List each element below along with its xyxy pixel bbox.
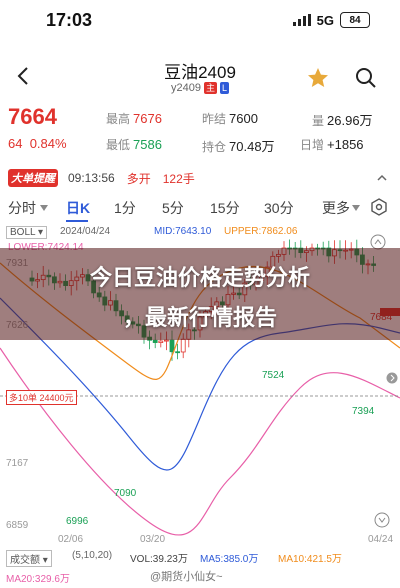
- stat-high-value: 7676: [133, 111, 162, 126]
- stat-volume: 量 26.96万: [312, 110, 373, 129]
- network-type: 5G: [316, 12, 334, 28]
- stat-prev-label: 昨结: [202, 112, 227, 126]
- mark-7524: 7524: [262, 370, 285, 381]
- change-percent: 0.84%: [29, 136, 67, 151]
- l-tag: L: [219, 82, 229, 94]
- stat-daily-label: 日增: [300, 138, 325, 152]
- stat-daily-value: +1856: [327, 137, 364, 152]
- tab-15min[interactable]: 15分: [210, 198, 240, 218]
- boll-label: BOLL: [10, 227, 36, 238]
- stat-low-value: 7586: [133, 137, 162, 152]
- mark-7090: 7090: [114, 488, 137, 499]
- triangle-down-icon: [40, 205, 48, 211]
- alert-time: 09:13:56: [68, 171, 115, 185]
- last-price: 7664: [8, 104, 57, 129]
- active-tab-underline: [66, 220, 88, 222]
- tab-intraday[interactable]: 分时: [8, 198, 36, 218]
- settings-icon[interactable]: [370, 198, 388, 216]
- volume-value: VOL:39.23万: [130, 554, 188, 565]
- main-contract-tag: 主: [203, 82, 217, 94]
- stat-oi: 持仓 70.48万: [202, 136, 275, 155]
- tab-30min[interactable]: 30分: [264, 198, 294, 218]
- timeframe-tabs: 分时 日K 1分 5分 15分 30分 更多: [0, 196, 400, 222]
- tab-1min[interactable]: 1分: [114, 198, 136, 218]
- tab-daily-k[interactable]: 日K: [66, 198, 90, 218]
- stat-prev-value: 7600: [229, 111, 258, 126]
- signal-icon: [292, 14, 311, 26]
- ma10-value: MA10:421.5万: [278, 554, 342, 565]
- contract-code: y2409: [170, 82, 201, 94]
- headline-line1: 今日豆油价格走势分析: [89, 265, 310, 290]
- volume-selector-label: 成交额: [10, 555, 40, 566]
- y-tick-bottom: 6859: [6, 520, 29, 531]
- volume-selector[interactable]: 成交额 ▾: [6, 550, 52, 567]
- mark-6996: 6996: [66, 516, 89, 527]
- stat-low-label: 最低: [106, 138, 131, 152]
- x-tick-start: 02/06: [58, 534, 84, 545]
- candle-body: [169, 339, 175, 353]
- change-value: 64: [8, 136, 23, 151]
- status-icons: 5G 84: [292, 12, 370, 28]
- stat-oi-value: 70.48万: [229, 139, 275, 154]
- x-tick-mid: 03/20: [140, 534, 166, 545]
- price-change: 64 0.84%: [8, 136, 67, 151]
- status-time: 17:03: [46, 10, 93, 30]
- stat-low: 最低 7586: [106, 136, 162, 153]
- tab-more[interactable]: 更多: [322, 198, 350, 218]
- y-tick-low: 7167: [6, 458, 29, 469]
- alert-logo: 大单提醒: [8, 169, 58, 187]
- x-tick-end: 04/24: [368, 534, 394, 545]
- chevron-up-icon[interactable]: [376, 172, 388, 184]
- ma20-value: MA20:329.6万: [6, 574, 70, 585]
- candle-body: [152, 339, 158, 343]
- stat-high-label: 最高: [106, 112, 131, 126]
- status-bar: 17:03 5G 84: [0, 0, 400, 48]
- candle-body: [158, 340, 164, 343]
- indicator-date: 2024/04/24: [60, 226, 111, 237]
- indicator-upper: UPPER:7862.06: [224, 226, 298, 237]
- mark-7394: 7394: [352, 406, 375, 417]
- stat-high: 最高 7676: [106, 110, 162, 127]
- page-title: 豆油2409: [164, 63, 236, 82]
- search-icon[interactable]: [354, 66, 378, 90]
- stat-daily: 日增 +1856: [300, 136, 364, 153]
- chevron-right-icon[interactable]: [386, 372, 398, 384]
- candle-body: [180, 338, 186, 353]
- candle-body: [175, 351, 181, 354]
- alert-qty: 122手: [162, 171, 195, 186]
- contract-subtitle: y2409 主 L: [0, 82, 400, 94]
- stat-oi-label: 持仓: [202, 140, 227, 154]
- stat-volume-label: 量: [312, 114, 325, 128]
- watermark: @期货小仙女~: [150, 571, 223, 583]
- tab-5min[interactable]: 5分: [162, 198, 184, 218]
- triangle-down-icon: [352, 205, 360, 211]
- battery-level: 84: [349, 14, 361, 26]
- order-line-label[interactable]: 多10单 24400元: [6, 390, 77, 405]
- star-icon[interactable]: [306, 66, 330, 90]
- battery-icon: 84: [340, 12, 370, 28]
- collapse-icon[interactable]: [374, 512, 390, 528]
- stat-prev: 昨结 7600: [202, 110, 258, 127]
- candle-body: [163, 339, 169, 342]
- alert-action: 多开: [126, 171, 151, 186]
- volume-params: (5,10,20): [72, 550, 113, 561]
- ma5-value: MA5:385.0万: [200, 554, 259, 565]
- big-order-alert[interactable]: 大单提醒 09:13:56 多开 122手: [0, 166, 400, 190]
- headline-line2: ，最新行情报告: [122, 305, 277, 330]
- indicator-mid: MID:7643.10: [154, 226, 212, 237]
- stat-volume-value: 26.96万: [327, 113, 373, 128]
- boll-lower-line: [0, 347, 400, 536]
